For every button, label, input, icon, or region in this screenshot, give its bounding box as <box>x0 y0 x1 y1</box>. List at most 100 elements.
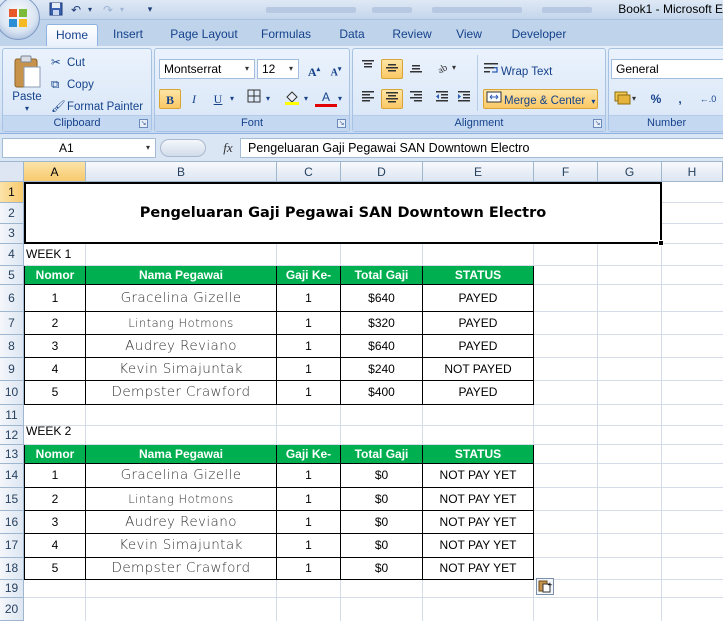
copy-button[interactable]: ⧉ Copy <box>51 77 94 93</box>
redo-dropdown-icon[interactable]: ▾ <box>114 2 130 18</box>
column-header-d[interactable]: D <box>341 162 423 182</box>
customize-qat-icon[interactable]: ▾ <box>142 2 158 18</box>
table-cell-total-gaji[interactable]: $0 <box>341 488 423 511</box>
row-header-2[interactable]: 2 <box>0 203 24 224</box>
bold-icon[interactable]: B <box>159 89 181 109</box>
table-cell-status[interactable]: PAYED <box>423 312 534 335</box>
merge-center-dropdown-icon[interactable]: ▾ <box>588 97 595 106</box>
column-label-gaji-ke[interactable]: Gaji Ke- <box>277 445 341 464</box>
middle-align-icon[interactable] <box>381 59 403 79</box>
formula-expand-handle[interactable] <box>160 139 206 157</box>
column-label-total-gaji[interactable]: Total Gaji <box>341 266 423 285</box>
row-header-13[interactable]: 13 <box>0 445 24 464</box>
font-size-box[interactable]: 12 ▾ <box>257 59 299 79</box>
tab-formulas[interactable]: Formulas <box>254 24 318 46</box>
grow-font-icon[interactable]: A▴ <box>303 59 325 79</box>
cut-button[interactable]: ✂ Cut <box>51 55 85 71</box>
table-cell-status[interactable]: NOT PAY YET <box>423 511 534 534</box>
font-color-icon[interactable]: A <box>315 89 337 107</box>
table-cell-gaji-ke[interactable]: 1 <box>277 558 341 580</box>
column-label-gaji-ke[interactable]: Gaji Ke- <box>277 266 341 285</box>
insert-function-icon[interactable]: fx <box>218 138 238 158</box>
table-cell-nama-pegawai[interactable]: Lintang Hotmons <box>86 488 277 511</box>
table-cell-nomor[interactable]: 2 <box>24 488 86 511</box>
tab-page-layout[interactable]: Page Layout <box>164 24 244 46</box>
clipboard-launcher-icon[interactable]: ↘ <box>139 119 148 128</box>
align-center-icon[interactable] <box>381 89 403 109</box>
row-header-3[interactable]: 3 <box>0 224 24 244</box>
table-cell-status[interactable]: PAYED <box>423 285 534 312</box>
merge-center-button[interactable]: Merge & Center ▾ <box>483 89 599 109</box>
row-header-17[interactable]: 17 <box>0 534 24 558</box>
row-header-1[interactable]: 1 <box>0 182 24 203</box>
table-cell-nomor[interactable]: 1 <box>24 464 86 488</box>
wrap-text-button[interactable]: Wrap Text <box>483 61 552 80</box>
undo-dropdown-icon[interactable]: ▾ <box>82 2 98 18</box>
table-cell-nama-pegawai[interactable]: Gracelina Gizelle <box>86 464 277 488</box>
borders-dropdown-icon[interactable]: ▾ <box>263 89 273 109</box>
table-cell-gaji-ke[interactable]: 1 <box>277 464 341 488</box>
column-header-f[interactable]: F <box>534 162 598 182</box>
italic-icon[interactable]: I <box>183 89 205 109</box>
select-all-button[interactable] <box>0 162 24 182</box>
table-cell-total-gaji[interactable]: $640 <box>341 285 423 312</box>
comma-style-icon[interactable]: , <box>669 89 691 109</box>
tab-home[interactable]: Home <box>46 24 98 46</box>
font-name-dropdown-icon[interactable]: ▾ <box>241 60 253 78</box>
top-align-icon[interactable] <box>357 59 379 79</box>
column-header-g[interactable]: G <box>598 162 662 182</box>
row-header-19[interactable]: 19 <box>0 580 24 598</box>
font-size-dropdown-icon[interactable]: ▾ <box>285 60 297 78</box>
row-header-14[interactable]: 14 <box>0 464 24 488</box>
table-cell-status[interactable]: NOT PAY YET <box>423 464 534 488</box>
column-label-nomor[interactable]: Nomor <box>24 266 86 285</box>
table-cell-nama-pegawai[interactable]: Audrey Reviano <box>86 335 277 358</box>
borders-icon[interactable] <box>243 89 265 109</box>
underline-icon[interactable]: U <box>207 89 229 109</box>
save-icon[interactable] <box>48 2 64 18</box>
percent-style-icon[interactable]: % <box>645 89 667 109</box>
tab-review[interactable]: Review <box>386 24 438 46</box>
week1-label[interactable]: WEEK 1 <box>25 244 71 266</box>
row-header-16[interactable]: 16 <box>0 511 24 534</box>
table-cell-status[interactable]: NOT PAY YET <box>423 488 534 511</box>
table-cell-gaji-ke[interactable]: 1 <box>277 285 341 312</box>
row-header-8[interactable]: 8 <box>0 335 24 358</box>
table-cell-total-gaji[interactable]: $400 <box>341 381 423 405</box>
column-header-a[interactable]: A <box>24 162 86 182</box>
row-header-7[interactable]: 7 <box>0 312 24 335</box>
fill-handle[interactable] <box>658 240 664 246</box>
fill-color-icon[interactable] <box>281 89 303 109</box>
column-header-c[interactable]: C <box>277 162 341 182</box>
decrease-indent-icon[interactable] <box>431 89 453 109</box>
row-header-9[interactable]: 9 <box>0 358 24 381</box>
row-header-11[interactable]: 11 <box>0 405 24 426</box>
column-header-e[interactable]: E <box>423 162 534 182</box>
table-cell-nomor[interactable]: 5 <box>24 381 86 405</box>
tab-developer[interactable]: Developer <box>504 24 574 46</box>
column-label-nomor[interactable]: Nomor <box>24 445 86 464</box>
fill-color-dropdown-icon[interactable]: ▾ <box>301 89 311 109</box>
table-cell-nama-pegawai[interactable]: Dempster Crawford <box>86 381 277 405</box>
alignment-launcher-icon[interactable]: ↘ <box>593 119 602 128</box>
increase-decimal-icon[interactable]: ←.0 <box>695 89 721 109</box>
orientation-icon[interactable]: ab ▾ <box>433 59 463 79</box>
table-cell-gaji-ke[interactable]: 1 <box>277 381 341 405</box>
font-color-dropdown-icon[interactable]: ▾ <box>335 89 345 109</box>
worksheet-grid[interactable]: ABCDEFGH 1 2 3 4 5 6 7 8 9 10 11 12 13 14 15 16 17 18 19 20… <box>0 162 723 621</box>
table-cell-status[interactable]: PAYED <box>423 335 534 358</box>
column-label-status[interactable]: STATUS <box>423 266 534 285</box>
paste-button[interactable]: Paste ▾ <box>7 51 47 115</box>
table-cell-nomor[interactable]: 4 <box>24 534 86 558</box>
table-cell-total-gaji[interactable]: $640 <box>341 335 423 358</box>
row-header-5[interactable]: 5 <box>0 266 24 285</box>
table-cell-total-gaji[interactable]: $0 <box>341 511 423 534</box>
shrink-font-icon[interactable]: A▾ <box>325 59 347 79</box>
table-cell-gaji-ke[interactable]: 1 <box>277 335 341 358</box>
table-cell-gaji-ke[interactable]: 1 <box>277 488 341 511</box>
underline-dropdown-icon[interactable]: ▾ <box>227 89 237 109</box>
font-launcher-icon[interactable]: ↘ <box>337 119 346 128</box>
column-label-status[interactable]: STATUS <box>423 445 534 464</box>
increase-indent-icon[interactable] <box>453 89 475 109</box>
column-header-b[interactable]: B <box>86 162 277 182</box>
